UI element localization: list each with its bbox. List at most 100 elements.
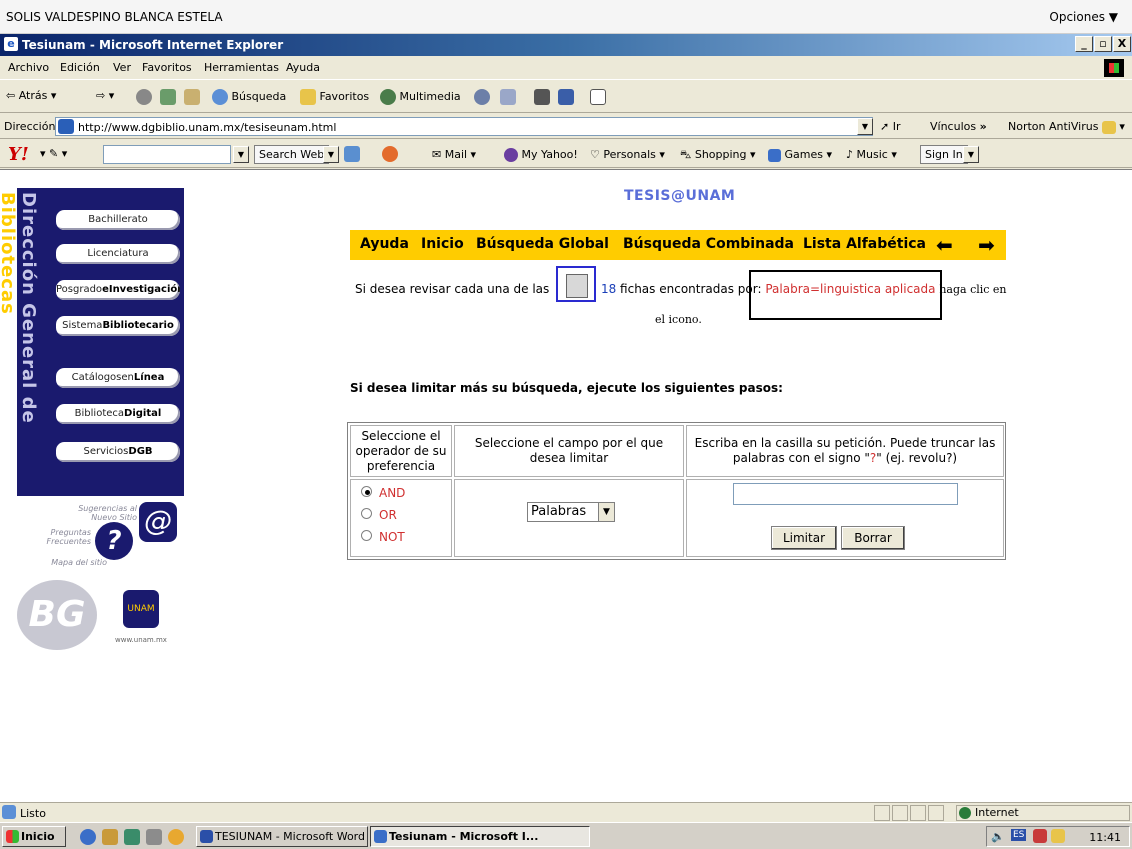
operator-and-radio[interactable] [361, 486, 372, 497]
query-header: Escriba en la casilla su petición. Puede… [687, 436, 1003, 466]
sign-in-button[interactable]: Sign In [920, 145, 968, 164]
favorites-button[interactable]: Favoritos [300, 89, 369, 105]
field-select-dropdown-icon[interactable]: ▼ [598, 503, 614, 521]
query-input[interactable] [733, 483, 958, 505]
nav-lista-alfabetica[interactable]: Lista Alfabética [803, 236, 926, 252]
nav-inicio[interactable]: Inicio [421, 236, 464, 252]
nav-biblioteca-digital[interactable]: BibliotecaDigital [56, 404, 180, 424]
options-menu[interactable]: Opciones ▼ [1049, 10, 1118, 24]
menu-herramientas[interactable]: Herramientas [204, 61, 279, 74]
multimedia-label: Multimedia [399, 90, 461, 103]
antispy-icon[interactable] [382, 146, 398, 162]
norton-antivirus-button[interactable]: Norton AntiVirus ▾ [1008, 120, 1125, 134]
print-icon[interactable] [534, 89, 550, 105]
mail-icon[interactable] [500, 89, 516, 105]
status-text: Listo [20, 807, 46, 820]
sign-in-dropdown-icon[interactable]: ▼ [963, 146, 979, 163]
window-title: Tesiunam - Microsoft Internet Explorer [22, 38, 284, 52]
close-button[interactable]: X [1113, 36, 1131, 52]
mapa-link[interactable]: Mapa del sitio [27, 558, 107, 567]
nav-posgrado[interactable]: PosgradoeInvestigación [56, 280, 180, 300]
yahoo-search-input[interactable] [103, 145, 231, 164]
address-field[interactable]: http://www.dgbiblio.unam.mx/tesiseunam.h… [55, 117, 873, 136]
tray-app-icon[interactable] [1033, 829, 1047, 843]
stop-icon[interactable] [136, 89, 152, 105]
help-links-graphic[interactable]: Sugerencias al Nuevo Sitio Preguntas Fre… [27, 500, 187, 580]
forward-button[interactable]: ⇨ ▾ [96, 89, 114, 102]
back-label: Atrás [18, 89, 48, 102]
sugerencias-link[interactable]: Sugerencias al Nuevo Sitio [67, 504, 137, 522]
vertical-title-part-a: Dirección General de [18, 192, 39, 424]
unam-shield-logo[interactable]: UNAM [123, 590, 159, 628]
menu-edicion[interactable]: Edición [60, 61, 100, 74]
start-button[interactable]: Inicio [2, 826, 66, 847]
multimedia-button[interactable]: Multimedia [380, 89, 461, 105]
games-button[interactable]: Games ▾ [768, 148, 832, 162]
language-indicator[interactable]: ES [1011, 829, 1027, 841]
limit-button[interactable]: Limitar [771, 526, 837, 550]
personals-label: Personals [603, 148, 656, 161]
my-yahoo-label: My Yahoo! [521, 148, 578, 161]
yahoo-logo[interactable]: Y! [8, 144, 29, 165]
back-button[interactable]: ⇦ Atrás ▾ [6, 89, 56, 102]
nav-servicios-dgb[interactable]: ServiciosDGB [56, 442, 180, 462]
nav-sistema-bibliotecario[interactable]: SistemaBibliotecario [56, 316, 180, 336]
history-icon[interactable] [474, 89, 490, 105]
nav-sistema-label: Sistema [62, 320, 103, 331]
quicklaunch-media-icon[interactable] [168, 829, 184, 845]
nav-licenciatura[interactable]: Licenciatura [56, 244, 180, 264]
operator-not-radio[interactable] [361, 530, 372, 541]
shopping-button[interactable]: ⛍ Shopping ▾ [680, 148, 756, 163]
previous-arrow-icon[interactable]: ⬅ [936, 234, 956, 256]
volume-icon[interactable]: 🔈 [991, 830, 1005, 843]
nav-catalogos-en-linea[interactable]: CatálogosenLínea [56, 368, 180, 388]
maximize-button[interactable]: ▫ [1094, 36, 1112, 52]
dgb-logo[interactable]: BG [17, 580, 97, 650]
clear-button[interactable]: Borrar [841, 526, 905, 550]
address-bar: Dirección http://www.dgbiblio.unam.mx/te… [0, 114, 1132, 139]
task-word[interactable]: TESIUNAM - Microsoft Word [196, 826, 368, 847]
quicklaunch-search-icon[interactable] [146, 829, 162, 845]
operator-or-radio[interactable] [361, 508, 372, 519]
minimize-button[interactable]: _ [1075, 36, 1093, 52]
yahoo-search-dropdown-icon[interactable]: ▼ [233, 146, 249, 163]
quicklaunch-outlook-icon[interactable] [102, 829, 118, 845]
edit-icon[interactable] [558, 89, 574, 105]
go-button[interactable]: ➚ Ir [880, 120, 901, 133]
nav-busqueda-combinada[interactable]: Búsqueda Combinada [623, 236, 794, 252]
next-arrow-icon[interactable]: ➡ [978, 234, 998, 256]
menu-ver[interactable]: Ver [113, 61, 131, 74]
dgb-vertical-title: Dirección General de Bibliotecas [0, 192, 39, 496]
nav-ayuda[interactable]: Ayuda [360, 236, 409, 252]
address-dropdown-icon[interactable]: ▼ [857, 118, 873, 135]
quicklaunch-desktop-icon[interactable] [124, 829, 140, 845]
norton-tray-icon[interactable] [1051, 829, 1065, 843]
nav-bachillerato[interactable]: Bachillerato [56, 210, 180, 230]
highlight-icon[interactable] [344, 146, 360, 162]
preguntas-link[interactable]: Preguntas Frecuentes [27, 528, 92, 546]
music-button[interactable]: ♪ Music ▾ [846, 148, 897, 161]
yahoo-mail-button[interactable]: ✉ Mail ▾ [432, 148, 476, 161]
nav-biblioteca-label: Biblioteca [74, 408, 125, 419]
menu-favoritos[interactable]: Favoritos [142, 61, 192, 74]
refresh-icon[interactable] [160, 89, 176, 105]
nav-busqueda-global[interactable]: Búsqueda Global [476, 236, 609, 252]
links-button[interactable]: Vínculos » [930, 120, 987, 133]
quicklaunch-ie-icon[interactable] [80, 829, 96, 845]
home-icon[interactable] [184, 89, 200, 105]
personals-button[interactable]: ♡ Personals ▾ [590, 148, 665, 161]
search-web-dropdown-icon[interactable]: ▼ [323, 146, 339, 163]
discuss-icon[interactable] [590, 89, 606, 105]
question-mark-icon: ? [95, 522, 133, 560]
my-yahoo-button[interactable]: My Yahoo! [504, 148, 578, 162]
menu-ayuda[interactable]: Ayuda [286, 61, 320, 74]
result-count[interactable]: 18 [601, 282, 616, 296]
nav-servicios-bold: DGB [128, 446, 153, 457]
task-ie[interactable]: Tesiunam - Microsoft I... [370, 826, 590, 847]
yahoo-menu-dropdown[interactable]: ▾ ✎ ▾ [40, 147, 67, 160]
field-select[interactable]: Palabras ▼ [527, 502, 615, 522]
menu-archivo[interactable]: Archivo [8, 61, 49, 74]
search-button[interactable]: Búsqueda [212, 89, 286, 105]
unam-url-label[interactable]: www.unam.mx [115, 636, 167, 644]
search-web-button[interactable]: Search Web [254, 145, 330, 164]
